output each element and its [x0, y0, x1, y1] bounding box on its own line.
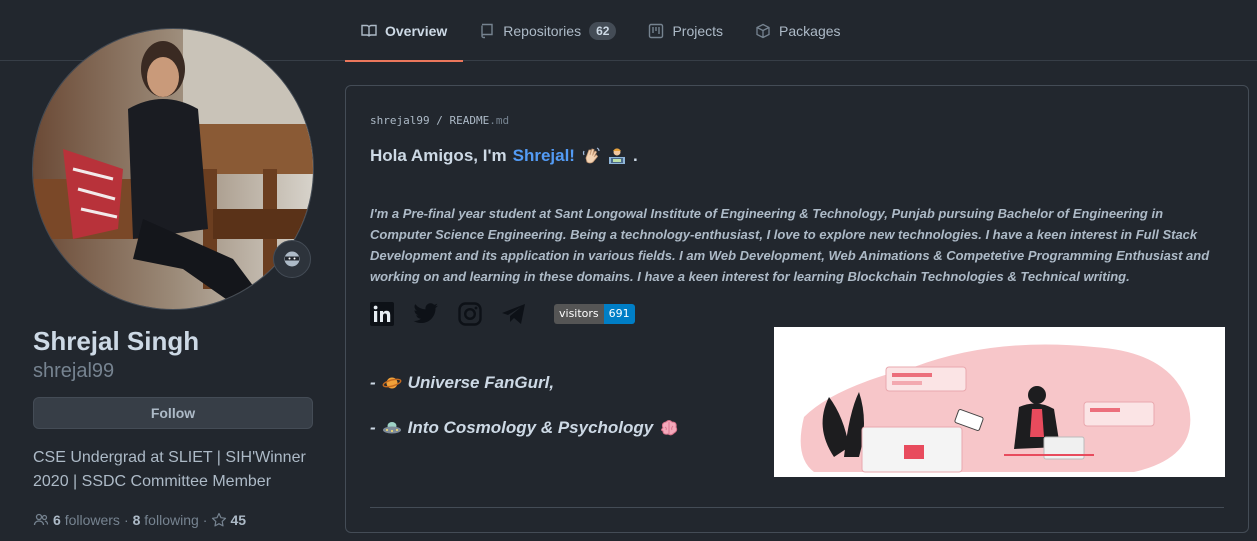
book-icon	[361, 24, 377, 37]
bullet-universe-text: Universe FanGurl,	[407, 373, 555, 392]
ufo-icon	[382, 422, 401, 434]
followers-link[interactable]: 6 followers	[53, 512, 120, 528]
repo-icon	[481, 23, 493, 38]
profile-full-name: Shrejal Singh	[33, 326, 200, 356]
breadcrumb-separator: /	[436, 114, 443, 127]
avatar[interactable]	[32, 28, 314, 310]
profile-bio: CSE Undergrad at SLIET | SIH'Winner 2020…	[33, 449, 306, 490]
readme-file-ext: .md	[489, 114, 510, 127]
readme-breadcrumb: shrejal99 / README.md	[370, 114, 509, 127]
tab-overview-label: Overview	[385, 22, 448, 39]
readme-file-name[interactable]: README	[449, 114, 489, 127]
readme-intro-paragraph: I'm a Pre-final year student at Sant Lon…	[370, 206, 1210, 284]
tab-projects-label: Projects	[672, 22, 724, 39]
tab-repositories[interactable]: Repositories 62	[463, 0, 632, 61]
stars-count: 45	[230, 512, 247, 528]
social-links: visitors 691	[370, 302, 635, 326]
profile-stats: 6 followers · 8 following · 45	[33, 512, 246, 528]
waving-hand-icon	[582, 147, 600, 164]
people-icon	[33, 513, 49, 526]
avatar-photo	[33, 29, 313, 309]
greeting-prefix: Hola Amigos, I'm	[370, 146, 507, 165]
followers-count: 6	[53, 512, 61, 528]
developer-illustration	[774, 327, 1225, 477]
repositories-count-badge: 62	[589, 21, 617, 40]
visitors-badge: visitors 691	[554, 304, 635, 324]
readme-card: shrejal99 / README.md Hola Amigos, I'm S…	[345, 85, 1249, 533]
project-icon	[649, 23, 664, 38]
tab-projects[interactable]: Projects	[632, 0, 739, 61]
profile-username: shrejal99	[33, 360, 115, 382]
readme-owner-link[interactable]: shrejal99	[370, 114, 430, 127]
readme-bullet-cosmology: - Into Cosmology & Psychology	[370, 418, 679, 438]
stats-separator: ·	[123, 512, 129, 528]
linkedin-icon[interactable]	[370, 302, 394, 326]
planet-icon	[382, 377, 402, 389]
instagram-icon[interactable]	[458, 302, 482, 326]
tab-packages[interactable]: Packages	[739, 0, 856, 61]
star-icon	[212, 512, 227, 527]
tab-packages-label: Packages	[779, 22, 841, 39]
telegram-icon[interactable]	[501, 303, 527, 325]
bullet-cosmology-text: Into Cosmology & Psychology	[407, 418, 654, 437]
readme-divider	[370, 507, 1224, 508]
followers-label: followers	[64, 512, 120, 528]
following-count: 8	[132, 512, 141, 528]
brain-icon	[661, 420, 678, 436]
visitors-badge-label: visitors	[554, 304, 604, 324]
following-link[interactable]: 8 following	[133, 512, 199, 528]
tab-repositories-label: Repositories	[503, 22, 582, 39]
follow-button[interactable]: Follow	[33, 397, 313, 429]
readme-greeting: Hola Amigos, I'm Shrejal! .	[370, 146, 638, 166]
package-icon	[756, 23, 770, 38]
stats-separator: ·	[202, 512, 208, 528]
tab-overview[interactable]: Overview	[345, 0, 464, 62]
ninja-icon	[284, 251, 300, 267]
visitors-badge-value: 691	[603, 304, 635, 324]
twitter-icon[interactable]	[413, 303, 439, 325]
status-emoji-button[interactable]	[273, 240, 311, 278]
tab-list: Overview Repositories 62 Projects Packag…	[345, 0, 857, 62]
following-label: following	[144, 512, 199, 528]
technologist-icon	[608, 148, 625, 164]
greeting-name: Shrejal!	[512, 146, 575, 165]
bullet-prefix: -	[370, 418, 376, 437]
bullet-prefix: -	[370, 373, 376, 392]
stars-link[interactable]: 45	[211, 512, 246, 528]
readme-bullet-universe: - Universe FanGurl,	[370, 373, 554, 393]
greeting-suffix: .	[632, 146, 638, 165]
